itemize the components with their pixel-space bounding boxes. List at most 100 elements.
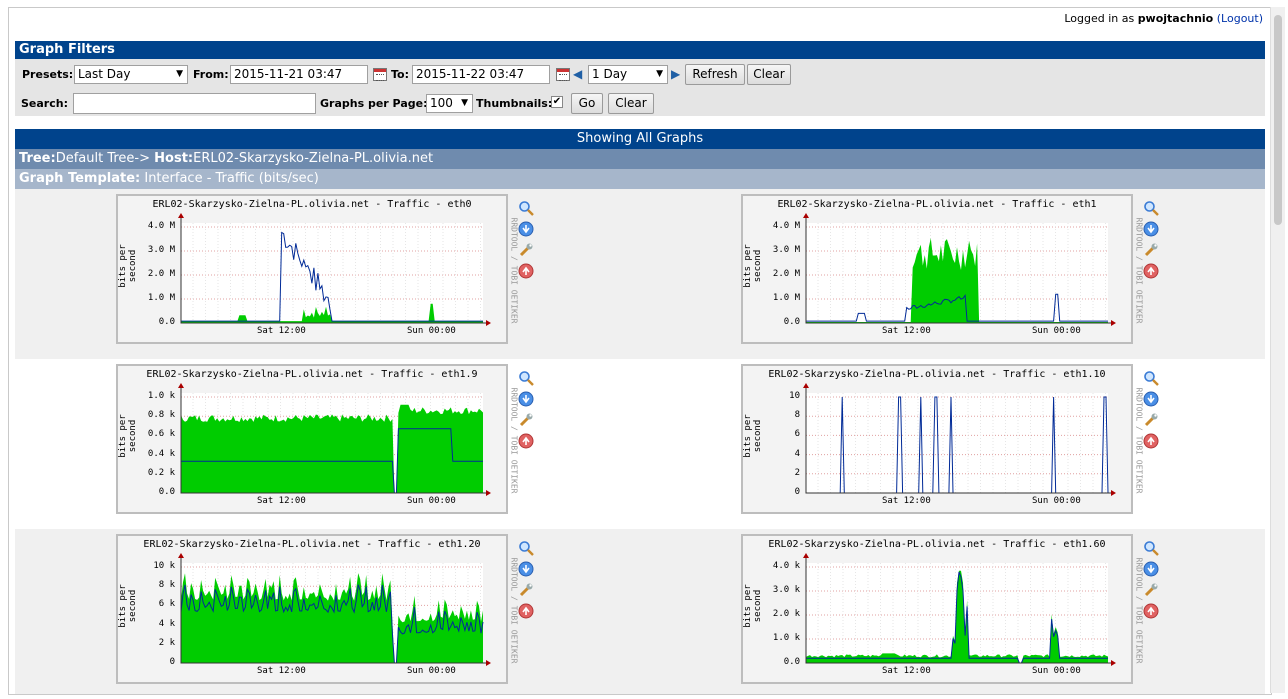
- zoom-icon[interactable]: [518, 200, 534, 216]
- y-tick-label: 2.0 k: [772, 609, 800, 619]
- zoom-icon[interactable]: [518, 370, 534, 386]
- username: pwojtachnio: [1137, 12, 1214, 25]
- edit-icon[interactable]: [1143, 412, 1159, 428]
- x-tick-label: Sun 00:00: [1032, 666, 1081, 676]
- y-tick-label: 2 k: [158, 637, 175, 648]
- graph-3[interactable]: ERL02-Skarzysko-Zielna-PL.olivia.net - T…: [116, 364, 519, 514]
- logout-link[interactable]: (Logout): [1217, 12, 1263, 25]
- download-icon[interactable]: [1143, 561, 1159, 577]
- y-tick-label: 2.0 M: [772, 269, 800, 279]
- y-axis-arrow: [803, 553, 809, 558]
- download-icon[interactable]: [1143, 221, 1159, 237]
- y-axis-arrow: [803, 383, 809, 388]
- y-tick-label: 3.0 M: [772, 245, 800, 255]
- graph-1[interactable]: ERL02-Skarzysko-Zielna-PL.olivia.net - T…: [116, 194, 519, 344]
- plot-area: [181, 223, 483, 323]
- y-tick-label: 0.2 k: [147, 467, 175, 478]
- shift-left-icon[interactable]: ◀: [573, 67, 582, 81]
- download-icon[interactable]: [518, 391, 534, 407]
- thumbnails-label: Thumbnails:: [476, 97, 553, 110]
- y-tick-label: 0.8 k: [147, 410, 175, 421]
- to-calendar-icon[interactable]: [556, 68, 570, 81]
- y-tick-label: 10 k: [153, 561, 175, 571]
- y-tick-label: 0.0: [158, 317, 175, 327]
- y-axis-arrow: [803, 213, 809, 218]
- x-tick-label: Sun 00:00: [1032, 496, 1081, 506]
- x-axis-arrow: [486, 660, 491, 666]
- graph-title: ERL02-Skarzysko-Zielna-PL.olivia.net - T…: [768, 369, 1106, 380]
- zoom-icon[interactable]: [1143, 540, 1159, 556]
- download-icon[interactable]: [518, 561, 534, 577]
- zoom-icon[interactable]: [518, 540, 534, 556]
- top-icon[interactable]: [1143, 263, 1159, 279]
- y-tick-label: 1.0 k: [147, 391, 175, 401]
- plot-area: [806, 393, 1108, 493]
- x-tick-label: Sat 12:00: [257, 666, 306, 676]
- y-tick-label: 4.0 M: [147, 221, 175, 231]
- graphs-per-page-label: Graphs per Page:: [320, 97, 428, 110]
- edit-icon[interactable]: [518, 412, 534, 428]
- top-icon[interactable]: [1143, 603, 1159, 619]
- x-axis-arrow: [486, 490, 491, 496]
- graph-title: ERL02-Skarzysko-Zielna-PL.olivia.net - T…: [146, 369, 478, 380]
- graph-canvas: [803, 553, 1116, 666]
- x-axis-arrow: [1111, 320, 1116, 326]
- y-tick-label: 4: [794, 448, 800, 459]
- x-axis-arrow: [1111, 660, 1116, 666]
- graphs-per-page-select[interactable]: 100: [426, 94, 473, 113]
- go-button[interactable]: Go: [571, 93, 603, 114]
- top-icon[interactable]: [518, 263, 534, 279]
- graph-4[interactable]: ERL02-Skarzysko-Zielna-PL.olivia.net - T…: [741, 364, 1144, 514]
- download-icon[interactable]: [518, 221, 534, 237]
- graph-filters-panel: Graph Filters Presets: Last Day From: 20…: [15, 41, 1265, 116]
- x-axis-arrow: [486, 320, 491, 326]
- from-label: From:: [193, 68, 229, 81]
- x-tick-label: Sun 00:00: [407, 666, 456, 676]
- top-icon[interactable]: [518, 603, 534, 619]
- graph-canvas: [803, 383, 1116, 496]
- tree-breadcrumb: Tree:Default Tree-> Host:ERL02-Skarzysko…: [15, 149, 1265, 169]
- presets-select[interactable]: Last Day: [74, 65, 188, 84]
- graph-canvas: [178, 553, 491, 666]
- from-calendar-icon[interactable]: [373, 68, 387, 81]
- y-tick-label: 0.6 k: [147, 429, 175, 440]
- timespan-select[interactable]: 1 Day: [588, 65, 668, 84]
- graph-5[interactable]: ERL02-Skarzysko-Zielna-PL.olivia.net - T…: [116, 534, 519, 684]
- vertical-scrollbar[interactable]: [1270, 7, 1285, 693]
- graph-filters-title: Graph Filters: [15, 41, 1265, 59]
- search-label: Search:: [21, 97, 68, 110]
- edit-icon[interactable]: [518, 582, 534, 598]
- refresh-button[interactable]: Refresh: [685, 64, 745, 85]
- graph-canvas: [178, 383, 491, 496]
- top-icon[interactable]: [518, 433, 534, 449]
- search-input[interactable]: [73, 93, 316, 114]
- clear-button[interactable]: Clear: [747, 64, 791, 85]
- from-date-input[interactable]: 2015-11-21 03:47: [230, 65, 368, 84]
- x-tick-label: Sat 12:00: [882, 326, 931, 336]
- graph-title: ERL02-Skarzysko-Zielna-PL.olivia.net - T…: [777, 199, 1097, 210]
- zoom-icon[interactable]: [1143, 370, 1159, 386]
- y-axis-arrow: [178, 553, 184, 558]
- scrollbar-thumb[interactable]: [1274, 15, 1282, 225]
- clear-search-button[interactable]: Clear: [608, 93, 654, 114]
- x-tick-label: Sat 12:00: [882, 666, 931, 676]
- edit-icon[interactable]: [1143, 582, 1159, 598]
- top-icon[interactable]: [1143, 433, 1159, 449]
- y-tick-label: 0: [794, 487, 800, 497]
- x-tick-label: Sun 00:00: [1032, 326, 1081, 336]
- thumbnails-checkbox[interactable]: ✔: [551, 96, 563, 108]
- y-tick-label: 1.0 k: [772, 633, 800, 643]
- presets-label: Presets:: [22, 68, 74, 81]
- graph-canvas: [178, 213, 491, 326]
- y-tick-label: 1.0 M: [772, 293, 800, 303]
- x-tick-label: Sat 12:00: [257, 326, 306, 336]
- graph-2[interactable]: ERL02-Skarzysko-Zielna-PL.olivia.net - T…: [741, 194, 1144, 344]
- zoom-icon[interactable]: [1143, 200, 1159, 216]
- edit-icon[interactable]: [1143, 242, 1159, 258]
- edit-icon[interactable]: [518, 242, 534, 258]
- download-icon[interactable]: [1143, 391, 1159, 407]
- to-date-input[interactable]: 2015-11-22 03:47: [412, 65, 550, 84]
- shift-right-icon[interactable]: ▶: [671, 67, 680, 81]
- graph-6[interactable]: ERL02-Skarzysko-Zielna-PL.olivia.net - T…: [741, 534, 1144, 684]
- y-tick-label: 4.0 k: [772, 561, 800, 571]
